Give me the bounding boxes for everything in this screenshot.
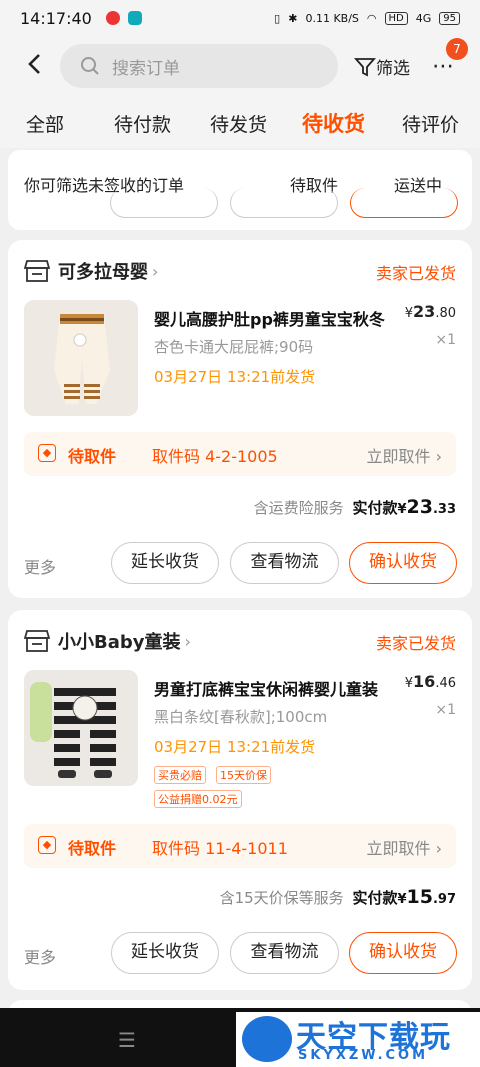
- ship-deadline: 03月27日 13:21前发货: [154, 738, 316, 756]
- net-speed: 0.11 KB/S: [305, 11, 359, 25]
- filter-panel: 你可筛选未签收的订单 待取件 运送中: [8, 150, 472, 230]
- more-link[interactable]: 更多: [24, 944, 56, 968]
- shop-header[interactable]: 可多拉母婴 ›: [24, 258, 158, 284]
- chevron-right-icon: ›: [184, 631, 191, 651]
- pickup-now-link[interactable]: 立即取件 ›: [367, 835, 443, 859]
- shop-header[interactable]: 小小Baby童装 ›: [24, 628, 191, 654]
- product-price: ¥16.46: [404, 672, 456, 691]
- battery-indicator: 95: [439, 11, 460, 25]
- pickup-label: 待取件: [68, 839, 117, 858]
- top-bar: 搜索订单 筛选 ⋯ 7: [0, 36, 480, 98]
- pickup-bar[interactable]: ◆ 待取件 取件码 4-2-1005 立即取件 ›: [24, 432, 456, 476]
- prev-card-button: [350, 188, 458, 218]
- search-placeholder: 搜索订单: [112, 58, 180, 79]
- price-protect-tag: 15天价保: [216, 766, 271, 784]
- order-total: 含15天价保等服务 实付款¥15.97: [219, 886, 456, 908]
- prev-card-button: [110, 188, 218, 218]
- signal-label: 4G: [415, 11, 432, 25]
- product-title[interactable]: 婴儿高腰护肚pp裤男童宝宝秋冬: [154, 306, 390, 330]
- funnel-icon: [354, 57, 376, 76]
- store-icon: [24, 260, 50, 282]
- watermark-logo: 天空下载玩 SKYXZW.COM: [236, 1012, 480, 1067]
- ship-deadline: 03月27日 13:21前发货: [154, 368, 316, 386]
- bluetooth-icon: ✱: [288, 11, 298, 25]
- product-title[interactable]: 男童打底裤宝宝休闲裤婴儿童装: [154, 676, 390, 700]
- guarantee-tag: 买贵必赔: [154, 766, 206, 784]
- tab-pending-review[interactable]: 待评价: [402, 110, 459, 137]
- pickup-bar[interactable]: ◆ 待取件 取件码 11-4-1011 立即取件 ›: [24, 824, 456, 868]
- confirm-receipt-button[interactable]: 确认收货: [349, 932, 457, 974]
- search-input[interactable]: 搜索订单: [60, 44, 338, 88]
- pickup-now-link[interactable]: 立即取件 ›: [367, 443, 443, 467]
- prev-card-button: [230, 188, 338, 218]
- search-icon: [81, 57, 99, 75]
- tab-pending-payment[interactable]: 待付款: [114, 110, 171, 137]
- filter-button[interactable]: 筛选: [354, 54, 410, 79]
- product-image[interactable]: [24, 670, 138, 786]
- shop-name: 小小Baby童装: [58, 632, 181, 653]
- extend-receipt-button[interactable]: 延长收货: [111, 542, 219, 584]
- service-text: 含15天价保等服务: [219, 889, 344, 907]
- pickup-label: 待取件: [68, 447, 117, 466]
- vibrate-icon: ▯: [274, 11, 281, 25]
- tab-all[interactable]: 全部: [26, 110, 64, 137]
- app-notification-icon: [105, 11, 120, 25]
- app-notification-icon: [127, 11, 142, 25]
- message-count-badge: 7: [446, 38, 468, 60]
- product-image[interactable]: [24, 300, 138, 416]
- product-variant: 黑白条纹[春秋款];100cm: [154, 708, 328, 726]
- view-logistics-button[interactable]: 查看物流: [230, 542, 339, 584]
- status-time: 14:17:40: [20, 8, 92, 28]
- status-icons: ▯ ✱ 0.11 KB/S ◠ HD 4G 95: [274, 11, 460, 25]
- order-card: 小小Baby童装 › 卖家已发货 男童打底裤宝宝休闲裤婴儿童装 黑白条纹[春秋款…: [8, 610, 472, 990]
- chevron-right-icon: ›: [152, 261, 159, 281]
- status-bar: 14:17:40 ▯ ✱ 0.11 KB/S ◠ HD 4G 95: [0, 0, 480, 36]
- order-status: 卖家已发货: [375, 264, 456, 283]
- system-nav-bar: ☰ 天空下载玩 SKYXZW.COM: [0, 1008, 480, 1067]
- confirm-receipt-button[interactable]: 确认收货: [349, 542, 457, 584]
- product-quantity: ×1: [435, 702, 456, 718]
- back-icon[interactable]: [14, 52, 54, 82]
- pickup-icon: ◆: [38, 836, 56, 854]
- charity-tag: 公益捐赠0.02元: [154, 790, 242, 808]
- store-icon: [24, 630, 50, 652]
- product-variant: 杏色卡通大屁屁裤;90码: [154, 338, 314, 356]
- pickup-icon: ◆: [38, 444, 56, 462]
- hd-badge: HD: [384, 11, 408, 25]
- menu-icon[interactable]: ☰: [118, 1028, 136, 1052]
- order-status: 卖家已发货: [375, 634, 456, 653]
- order-card: 可多拉母婴 › 卖家已发货 婴儿高腰护肚pp裤男童宝宝秋冬 杏色卡通大屁屁裤;9…: [8, 240, 472, 598]
- extend-receipt-button[interactable]: 延长收货: [111, 932, 219, 974]
- product-quantity: ×1: [435, 332, 456, 348]
- pickup-code: 取件码 4-2-1005: [152, 447, 278, 466]
- tab-pending-shipment[interactable]: 待发货: [210, 110, 267, 137]
- order-total: 含运费险服务 实付款¥23.33: [253, 496, 456, 518]
- total-label: 实付款: [352, 499, 398, 517]
- shop-name: 可多拉母婴: [58, 262, 148, 283]
- watermark-globe-icon: [242, 1016, 292, 1062]
- watermark-subtitle: SKYXZW.COM: [298, 1048, 429, 1063]
- more-link[interactable]: 更多: [24, 554, 56, 578]
- wifi-icon: ◠: [366, 11, 377, 25]
- total-label: 实付款: [352, 889, 398, 907]
- tab-pending-receipt[interactable]: 待收货: [302, 108, 365, 138]
- order-tabs: 全部 待付款 待发货 待收货 待评价: [0, 98, 480, 148]
- product-price: ¥23.80: [404, 302, 456, 321]
- filter-label: 筛选: [376, 59, 410, 79]
- pickup-code: 取件码 11-4-1011: [152, 839, 288, 858]
- service-text: 含运费险服务: [253, 499, 344, 517]
- view-logistics-button[interactable]: 查看物流: [230, 932, 339, 974]
